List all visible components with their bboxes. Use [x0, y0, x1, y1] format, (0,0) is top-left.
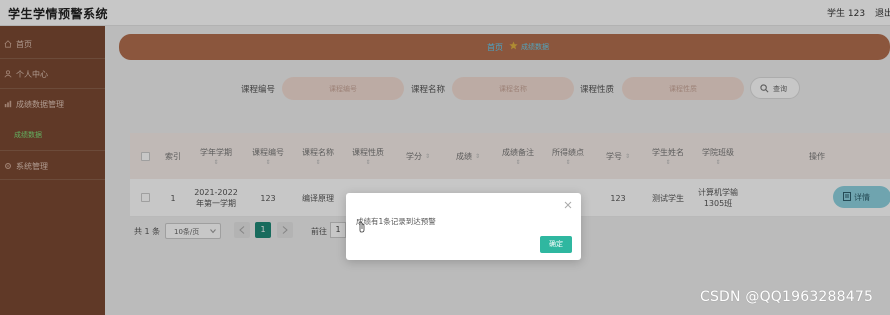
dialog-message: 成绩有1条记录到达预警 [356, 217, 436, 226]
mouse-cursor-icon [359, 221, 365, 233]
confirm-button[interactable]: 确定 [540, 236, 572, 253]
modal-overlay[interactable] [0, 0, 890, 315]
watermark: CSDN @QQ1963288475 [700, 289, 874, 305]
warning-dialog: 成绩有1条记录到达预警 确定 [346, 193, 581, 260]
close-icon[interactable] [564, 201, 572, 209]
